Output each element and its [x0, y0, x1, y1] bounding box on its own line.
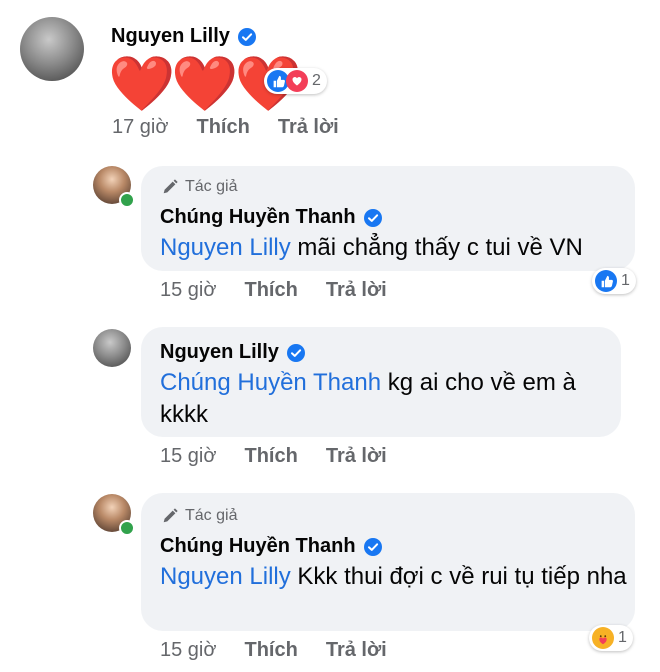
comment-author[interactable]: Chúng Huyền Thanh	[160, 206, 382, 229]
like-button[interactable]: Thích	[244, 445, 297, 468]
timestamp[interactable]: 15 giờ	[160, 639, 216, 662]
reply-button[interactable]: Trả lời	[278, 116, 339, 139]
comment-content: Nguyen Lilly mãi chẳng thấy c tui về VN	[160, 234, 583, 261]
avatar[interactable]	[20, 17, 84, 81]
timestamp[interactable]: 17 giờ	[112, 116, 168, 139]
pen-icon	[163, 179, 178, 194]
reply-button[interactable]: Trả lời	[326, 445, 387, 468]
mention-link[interactable]: Chúng Huyền Thanh	[160, 369, 381, 396]
comment-actions: 17 giờ Thích Trả lời	[112, 116, 339, 139]
reaction-count: 2	[312, 72, 321, 89]
care-icon	[592, 627, 614, 649]
reply-button[interactable]: Trả lời	[326, 279, 387, 302]
like-button[interactable]: Thích	[244, 639, 297, 662]
comment-actions: 15 giờ Thích Trả lời	[160, 445, 387, 468]
comment-bubble: Tác giả Chúng Huyền Thanh Nguyen Lilly K…	[141, 493, 635, 631]
verified-badge-icon	[363, 208, 382, 227]
verified-badge-icon	[286, 343, 305, 362]
online-status-dot	[119, 520, 135, 536]
verified-badge-icon	[363, 537, 382, 556]
reaction-count: 1	[621, 272, 630, 289]
timestamp[interactable]: 15 giờ	[160, 445, 216, 468]
avatar[interactable]	[93, 329, 131, 367]
reaction-summary[interactable]: 2	[264, 68, 327, 94]
comment-content: Nguyen Lilly Kkk thui đợi c về rui tụ ti…	[160, 563, 627, 590]
timestamp[interactable]: 15 giờ	[160, 279, 216, 302]
like-icon	[595, 270, 617, 292]
comment-bubble: Tác giả Chúng Huyền Thanh Nguyen Lilly m…	[141, 166, 635, 271]
comment-bubble: Nguyen Lilly Chúng Huyền Thanh kg ai cho…	[141, 327, 621, 437]
comment-author[interactable]: Chúng Huyền Thanh	[160, 535, 382, 558]
like-button[interactable]: Thích	[196, 116, 249, 139]
reaction-summary[interactable]: 1	[589, 625, 633, 651]
online-status-dot	[119, 192, 135, 208]
author-badge: Tác giả	[161, 507, 237, 525]
comment-actions: 15 giờ Thích Trả lời	[160, 639, 387, 662]
pen-icon	[163, 508, 178, 523]
like-button[interactable]: Thích	[244, 279, 297, 302]
mention-link[interactable]: Nguyen Lilly	[160, 563, 291, 590]
mention-link[interactable]: Nguyen Lilly	[160, 234, 291, 261]
reaction-summary[interactable]: 1	[592, 268, 636, 294]
author-badge: Tác giả	[161, 178, 237, 196]
reply-button[interactable]: Trả lời	[326, 639, 387, 662]
comment-author[interactable]: Nguyen Lilly	[160, 341, 305, 364]
love-icon	[286, 70, 308, 92]
comment-content: Chúng Huyền Thanh kg ai cho về em à kkkk	[160, 369, 576, 428]
reaction-count: 1	[618, 629, 627, 646]
comment-author[interactable]: Nguyen Lilly	[111, 25, 256, 48]
comment-actions: 15 giờ Thích Trả lời	[160, 279, 387, 302]
verified-badge-icon	[237, 27, 256, 46]
